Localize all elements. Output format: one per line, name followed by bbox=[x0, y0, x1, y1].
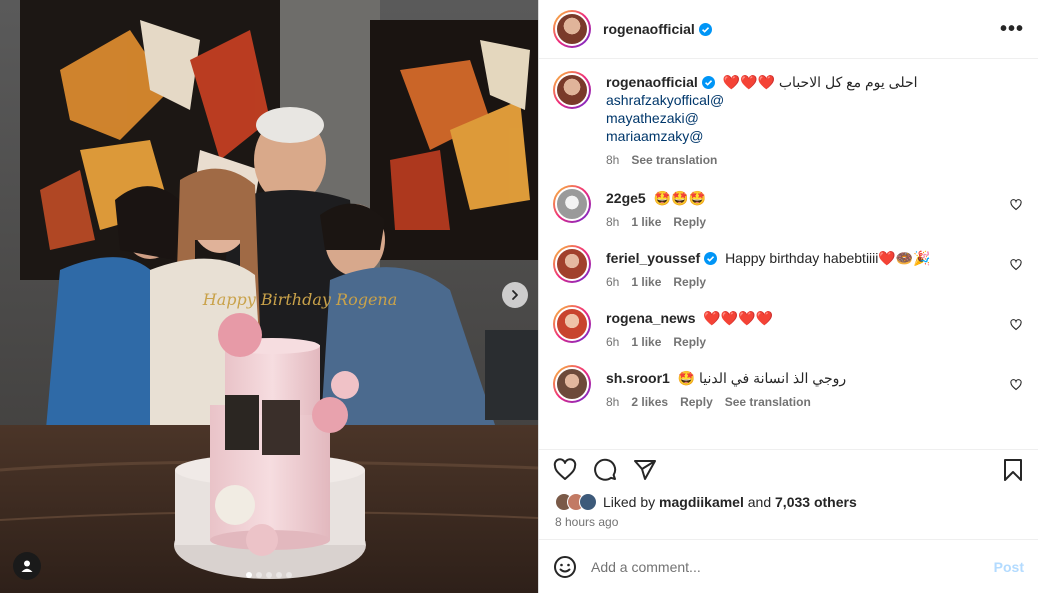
author-avatar[interactable] bbox=[553, 71, 591, 109]
likes-summary: Liked by magdiikamel and 7,033 others bbox=[539, 489, 1038, 515]
liker-avatars bbox=[555, 493, 597, 511]
mention-link[interactable]: mayathezaki@ bbox=[606, 109, 996, 127]
comment-likes[interactable]: 1 like bbox=[631, 275, 661, 289]
heart-icon[interactable] bbox=[1010, 379, 1022, 391]
commenter-username[interactable]: rogena_news bbox=[606, 310, 695, 326]
heart-icon[interactable] bbox=[1010, 259, 1022, 271]
reply-button[interactable]: Reply bbox=[673, 335, 706, 349]
mention-link[interactable]: ashrafzakyoffical@ bbox=[606, 91, 996, 109]
comment: feriel_youssef Happy birthday habebtiiii… bbox=[553, 245, 1022, 291]
caption-username[interactable]: rogenaofficial bbox=[606, 74, 698, 90]
see-translation-link[interactable]: See translation bbox=[725, 395, 811, 409]
carousel-dot bbox=[276, 572, 282, 578]
author-avatar[interactable] bbox=[553, 10, 591, 48]
comment-time: 6h bbox=[606, 335, 620, 349]
caption-time: 8h bbox=[606, 153, 620, 167]
commenter-username[interactable]: feriel_youssef bbox=[606, 250, 700, 266]
verified-badge-icon bbox=[701, 76, 715, 89]
verified-badge-icon bbox=[698, 22, 712, 36]
carousel-dot bbox=[266, 572, 272, 578]
mention-link[interactable]: mariaamzaky@ bbox=[606, 127, 996, 145]
chevron-right-icon bbox=[512, 290, 518, 300]
post-photo[interactable]: Happy Birthday Rogena bbox=[0, 0, 538, 593]
post-comment-button[interactable]: Post bbox=[994, 559, 1024, 575]
comment-time: 6h bbox=[606, 275, 620, 289]
comment: rogena_news ❤️❤️❤️❤️ 6h 1 like Reply bbox=[553, 305, 1022, 351]
emoji-icon[interactable] bbox=[553, 555, 577, 579]
likes-and: and bbox=[747, 494, 772, 510]
commenter-username[interactable]: sh.sroor1 bbox=[606, 370, 670, 386]
bookmark-icon[interactable] bbox=[1002, 458, 1024, 482]
commenter-avatar[interactable] bbox=[553, 245, 591, 283]
commenter-username[interactable]: 22ge5 bbox=[606, 190, 646, 206]
reply-button[interactable]: Reply bbox=[673, 215, 706, 229]
comment-box: Post bbox=[539, 539, 1038, 593]
liker-username[interactable]: magdiikamel bbox=[659, 494, 744, 510]
commenter-avatar[interactable] bbox=[553, 305, 591, 343]
comment-icon[interactable] bbox=[593, 458, 617, 482]
heart-icon[interactable] bbox=[1010, 199, 1022, 211]
see-translation-link[interactable]: See translation bbox=[631, 153, 717, 167]
action-bar bbox=[539, 449, 1038, 489]
carousel-dot bbox=[286, 572, 292, 578]
comment-text: 🤩🤩🤩 bbox=[653, 190, 706, 206]
reply-button[interactable]: Reply bbox=[673, 275, 706, 289]
user-tag-icon bbox=[21, 560, 33, 572]
heart-icon[interactable] bbox=[1010, 319, 1022, 331]
post-header: rogenaofficial ••• bbox=[539, 0, 1038, 59]
comment-likes[interactable]: 1 like bbox=[631, 215, 661, 229]
reply-button[interactable]: Reply bbox=[680, 395, 713, 409]
comment-text: Happy birthday habebtiiii❤️🍩🎉 bbox=[725, 250, 931, 266]
next-image-button[interactable] bbox=[502, 282, 528, 308]
cake-topper-text: Happy Birthday Rogena bbox=[202, 290, 398, 309]
carousel-dot bbox=[256, 572, 262, 578]
comment-likes[interactable]: 2 likes bbox=[631, 395, 668, 409]
caption-emoji: ❤️❤️❤️ bbox=[722, 74, 775, 90]
comment-text: 🤩 روجي الذ انسانة في الدنيا bbox=[677, 370, 847, 386]
likes-count[interactable]: 7,033 others bbox=[775, 494, 857, 510]
heart-icon[interactable] bbox=[553, 457, 577, 482]
caption: rogenaofficial ❤️❤️❤️ احلى يوم مع كل الا… bbox=[553, 71, 1022, 169]
more-options-icon[interactable]: ••• bbox=[1000, 18, 1024, 41]
verified-badge-icon bbox=[704, 252, 718, 265]
comments-list: rogenaofficial ❤️❤️❤️ احلى يوم مع كل الا… bbox=[539, 59, 1038, 449]
share-icon[interactable] bbox=[633, 458, 657, 482]
comment-time: 8h bbox=[606, 215, 620, 229]
comment: 22ge5 🤩🤩🤩 8h 1 like Reply bbox=[553, 185, 1022, 231]
comment-text: ❤️❤️❤️❤️ bbox=[703, 310, 774, 326]
posted-time: 8 hours ago bbox=[555, 515, 619, 529]
comment-time: 8h bbox=[606, 395, 620, 409]
carousel-dot bbox=[246, 572, 252, 578]
author-username[interactable]: rogenaofficial bbox=[603, 21, 695, 37]
comment-likes[interactable]: 1 like bbox=[631, 335, 661, 349]
comment: sh.sroor1 🤩 روجي الذ انسانة في الدنيا 8h… bbox=[553, 365, 1022, 411]
carousel-indicator bbox=[0, 572, 538, 578]
caption-text: احلى يوم مع كل الاحباب bbox=[778, 74, 918, 90]
commenter-avatar[interactable] bbox=[553, 185, 591, 223]
post-sidebar: rogenaofficial ••• rogenaofficial ❤️❤️❤️… bbox=[538, 0, 1038, 593]
comment-input[interactable] bbox=[591, 558, 994, 575]
liked-by-label: Liked by bbox=[603, 494, 656, 510]
liker-avatar bbox=[579, 493, 597, 511]
commenter-avatar[interactable] bbox=[553, 365, 591, 403]
photo-scene: Happy Birthday Rogena bbox=[0, 0, 538, 593]
